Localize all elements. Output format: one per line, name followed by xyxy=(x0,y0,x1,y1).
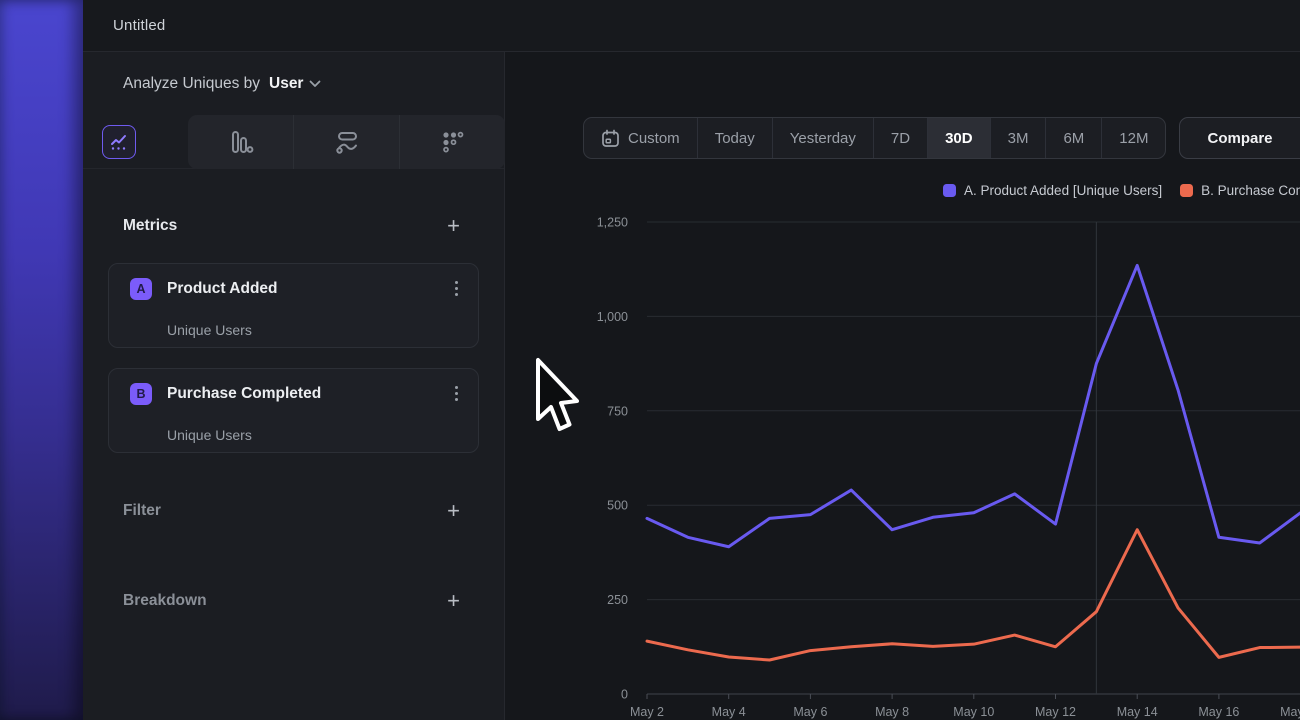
legend-item[interactable]: A. Product Added [Unique Users] xyxy=(943,183,1162,198)
metric-card-a[interactable]: A Product Added Unique Users xyxy=(108,263,479,348)
legend-swatch xyxy=(943,184,956,197)
background-gradient-strip xyxy=(0,0,83,720)
kebab-menu-icon[interactable] xyxy=(451,277,462,300)
range-label: Today xyxy=(715,130,755,147)
legend-label: A. Product Added [Unique Users] xyxy=(964,183,1162,198)
range-label: 12M xyxy=(1119,130,1148,147)
legend-item[interactable]: B. Purchase Completed [Unique Users] xyxy=(1180,183,1300,198)
analyze-label: Analyze Uniques by xyxy=(123,75,260,93)
y-tick-label: 250 xyxy=(607,593,628,607)
flow-icon xyxy=(334,129,360,155)
metric-row: B Purchase Completed xyxy=(130,382,462,405)
bar-chart-icon xyxy=(228,129,254,155)
range-label: 3M xyxy=(1008,130,1029,147)
metric-card-b[interactable]: B Purchase Completed Unique Users xyxy=(108,368,479,453)
calendar-icon xyxy=(601,129,620,148)
metric-measurement[interactable]: Unique Users xyxy=(167,427,252,443)
analyze-row: Analyze Uniques by User xyxy=(83,52,504,115)
metric-badge-a: A xyxy=(130,278,152,300)
report-title: Untitled xyxy=(113,17,165,34)
range-label: 30D xyxy=(945,130,973,147)
x-tick-label: May 18 xyxy=(1280,705,1300,719)
range-label: Custom xyxy=(628,130,680,147)
range-7d[interactable]: 7D xyxy=(873,118,927,158)
query-sidebar: Analyze Uniques by User xyxy=(83,52,505,720)
legend-label: B. Purchase Completed [Unique Users] xyxy=(1201,183,1300,198)
range-label: 7D xyxy=(891,130,910,147)
tab-retention-grid[interactable] xyxy=(399,115,505,169)
metric-measurement[interactable]: Unique Users xyxy=(167,322,252,338)
y-tick-label: 0 xyxy=(621,688,628,702)
x-tick-label: May 16 xyxy=(1198,705,1239,719)
tab-flow[interactable] xyxy=(293,115,399,169)
chart-type-tabs xyxy=(83,115,504,169)
analyze-by-value: User xyxy=(269,75,303,93)
metric-row: A Product Added xyxy=(130,277,462,300)
series-line-b xyxy=(647,530,1300,660)
breakdown-section-header: Breakdown + xyxy=(83,587,504,615)
metrics-section-header: Metrics + xyxy=(83,211,504,241)
filter-title: Filter xyxy=(123,502,161,520)
x-tick-label: May 8 xyxy=(875,705,909,719)
chevron-down-icon xyxy=(309,80,321,88)
range-label: Yesterday xyxy=(790,130,856,147)
x-tick-label: May 6 xyxy=(793,705,827,719)
chart-panel: Custom Today Yesterday 7D 30D 3M 6M 12M Compare… xyxy=(505,52,1300,720)
compare-button[interactable]: Compare xyxy=(1179,117,1300,159)
chart: 0 250 500 750 1,000 1,250 May 2 May 4 May 6 May 8… xyxy=(505,210,1300,720)
tab-line-chart[interactable] xyxy=(102,125,136,159)
filter-section-header: Filter + xyxy=(83,497,504,525)
y-tick-label: 1,000 xyxy=(597,310,628,324)
x-tick-label: May 2 xyxy=(630,705,664,719)
top-bar: Untitled xyxy=(83,0,1300,52)
app-window: Untitled Analyze Uniques by User xyxy=(83,0,1300,720)
breakdown-title: Breakdown xyxy=(123,592,207,610)
date-range-segmented-control: Custom Today Yesterday 7D 30D 3M 6M 12M xyxy=(583,117,1166,159)
add-filter-button[interactable]: + xyxy=(447,500,460,522)
range-custom[interactable]: Custom xyxy=(584,118,697,158)
analyze-by-dropdown[interactable]: User xyxy=(269,75,321,93)
add-breakdown-button[interactable]: + xyxy=(447,590,460,612)
y-tick-label: 1,250 xyxy=(597,216,628,230)
chart-legend: A. Product Added [Unique Users] B. Purcha… xyxy=(943,183,1300,198)
series-line-a xyxy=(647,265,1300,546)
y-tick-label: 750 xyxy=(607,404,628,418)
y-tick-label: 500 xyxy=(607,499,628,513)
metric-name: Purchase Completed xyxy=(167,385,451,403)
line-chart-icon xyxy=(109,132,129,152)
range-yesterday[interactable]: Yesterday xyxy=(772,118,873,158)
screenshot-root: { "window": { "title": "Untitled" }, "si… xyxy=(0,0,1300,720)
chart-type-tab-group xyxy=(188,115,505,169)
range-6m[interactable]: 6M xyxy=(1045,118,1101,158)
grid-dots-icon xyxy=(440,129,466,155)
range-label: 6M xyxy=(1063,130,1084,147)
metrics-title: Metrics xyxy=(123,217,177,235)
tab-bar-chart[interactable] xyxy=(188,115,293,169)
range-30d[interactable]: 30D xyxy=(927,118,990,158)
range-3m[interactable]: 3M xyxy=(990,118,1046,158)
x-tick-label: May 10 xyxy=(953,705,994,719)
metric-badge-b: B xyxy=(130,383,152,405)
metric-name: Product Added xyxy=(167,280,451,298)
kebab-menu-icon[interactable] xyxy=(451,382,462,405)
x-tick-label: May 4 xyxy=(712,705,746,719)
legend-swatch xyxy=(1180,184,1193,197)
add-metric-button[interactable]: + xyxy=(447,215,460,237)
date-range-toolbar: Custom Today Yesterday 7D 30D 3M 6M 12M Compare xyxy=(583,117,1300,159)
x-tick-label: May 12 xyxy=(1035,705,1076,719)
range-today[interactable]: Today xyxy=(697,118,772,158)
range-12m[interactable]: 12M xyxy=(1101,118,1165,158)
x-tick-label: May 14 xyxy=(1117,705,1158,719)
